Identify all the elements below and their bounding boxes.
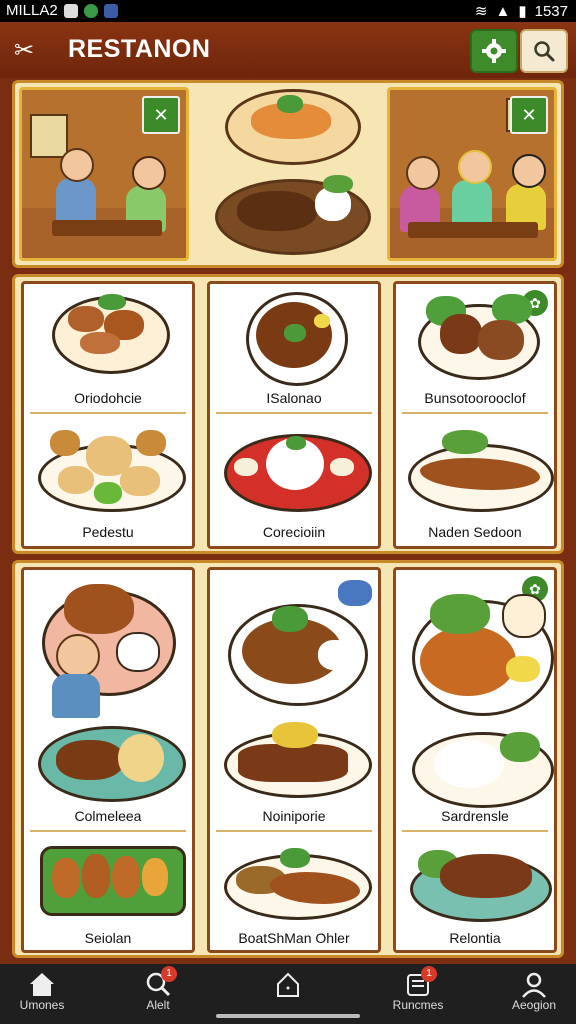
menu-item-label: Corecioiin bbox=[262, 524, 326, 540]
menu-card[interactable]: ISalonao Corecioiin bbox=[207, 281, 381, 549]
search-button[interactable] bbox=[520, 29, 568, 73]
search-icon: 1 bbox=[143, 966, 177, 998]
home-indicator[interactable] bbox=[216, 1014, 360, 1018]
bottom-nav: Umones 1 Alelt 1 Runcmes Aeogion bbox=[0, 964, 576, 1024]
featured-dishes-image bbox=[211, 87, 371, 263]
menu-panel-2: Colmeleea Seiolan Noiniporie BoatShMan O… bbox=[12, 560, 564, 958]
facebook-icon bbox=[103, 3, 118, 18]
app-bar: ✂ RESTANON bbox=[0, 22, 576, 78]
clock: 1537 bbox=[534, 2, 568, 20]
search-icon bbox=[534, 41, 555, 62]
notification-badge: 1 bbox=[161, 966, 177, 982]
menu-item[interactable]: Noiniporie bbox=[210, 570, 378, 830]
menu-item[interactable]: ISalonao bbox=[210, 284, 378, 412]
menu-item[interactable]: Seiolan bbox=[24, 832, 192, 952]
menu-item-label: Sardrensle bbox=[441, 808, 509, 824]
menu-item[interactable]: Oriodohcie bbox=[24, 284, 192, 412]
menu-item[interactable]: BoatShMan Ohler bbox=[210, 832, 378, 952]
list-icon: 1 bbox=[403, 966, 437, 998]
carrier-label: MILLA2 bbox=[6, 2, 58, 19]
photo-icon bbox=[63, 3, 78, 18]
menu-item-label: Pedestu bbox=[82, 524, 134, 540]
nav-label: Alelt bbox=[146, 998, 170, 1012]
nav-label: Runcmes bbox=[392, 998, 444, 1012]
menu-item-label: Oriodohcie bbox=[74, 390, 142, 406]
menu-item[interactable]: Bunsotoorooclof bbox=[396, 284, 554, 412]
menu-card[interactable]: ✿ Sardrensle Relontia bbox=[393, 567, 557, 953]
menu-item[interactable]: Colmeleea bbox=[24, 570, 192, 830]
menu-item-label: Noiniporie bbox=[262, 808, 326, 824]
menu-panel-1: Oriodohcie Pedestu ISalonao Corecioiin ✿… bbox=[12, 274, 564, 554]
menu-item[interactable]: Sardrensle bbox=[396, 570, 554, 830]
menu-card[interactable]: Noiniporie BoatShMan Ohler bbox=[207, 567, 381, 953]
menu-card[interactable]: Oriodohcie Pedestu bbox=[21, 281, 195, 549]
settings-button[interactable] bbox=[470, 29, 518, 73]
menu-item[interactable]: Corecioiin bbox=[210, 414, 378, 548]
nav-label: Umones bbox=[19, 998, 65, 1012]
dismiss-icon[interactable]: ✕ bbox=[510, 96, 548, 134]
menu-item[interactable]: Pedestu bbox=[24, 414, 192, 548]
menu-item[interactable]: Naden Sedoon bbox=[396, 414, 554, 548]
diners-scene-right: ✕ bbox=[387, 87, 557, 261]
app-title: RESTANON bbox=[68, 35, 211, 63]
house-outline-icon bbox=[273, 970, 303, 998]
sync-icon bbox=[83, 3, 98, 18]
nav-item-profile[interactable]: Aeogion bbox=[494, 970, 574, 1012]
menu-item-label: ISalonao bbox=[266, 390, 322, 406]
wifi-icon: ≋ bbox=[474, 3, 488, 20]
gear-icon bbox=[482, 39, 506, 63]
cutlery-logo-icon[interactable]: ✂ bbox=[14, 36, 34, 65]
menu-item-label: Relontia bbox=[449, 930, 501, 946]
menu-card[interactable]: ✿ Bunsotoorooclof Naden Sedoon bbox=[393, 281, 557, 549]
menu-card[interactable]: Colmeleea Seiolan bbox=[21, 567, 195, 953]
nav-label: Aeogion bbox=[511, 998, 557, 1012]
nav-item-alert[interactable]: 1 Alelt bbox=[118, 966, 198, 1012]
nav-item-home[interactable]: Umones bbox=[2, 970, 82, 1012]
home-icon bbox=[27, 970, 57, 998]
status-bar: MILLA2 ≋ ▲ ▮ 1537 bbox=[0, 0, 576, 22]
profile-icon bbox=[519, 970, 549, 998]
nav-item-menus[interactable]: 1 Runcmes bbox=[378, 966, 458, 1012]
menu-item[interactable]: Relontia bbox=[396, 832, 554, 952]
menu-item-label: Colmeleea bbox=[74, 808, 142, 824]
battery-icon: ▮ bbox=[518, 3, 527, 20]
menu-item-label: Bunsotoorooclof bbox=[424, 390, 526, 406]
menu-item-label: Seiolan bbox=[84, 930, 132, 946]
nav-item-center[interactable] bbox=[248, 970, 328, 998]
menu-item-label: BoatShMan Ohler bbox=[238, 930, 350, 946]
menu-item-label: Naden Sedoon bbox=[428, 524, 522, 540]
notification-badge: 1 bbox=[421, 966, 437, 982]
close-icon[interactable]: ✕ bbox=[142, 96, 180, 134]
featured-banner[interactable]: ✕ ✕ bbox=[12, 80, 564, 268]
diners-scene-left: ✕ bbox=[19, 87, 189, 261]
signal-icon: ▲ bbox=[495, 2, 511, 20]
